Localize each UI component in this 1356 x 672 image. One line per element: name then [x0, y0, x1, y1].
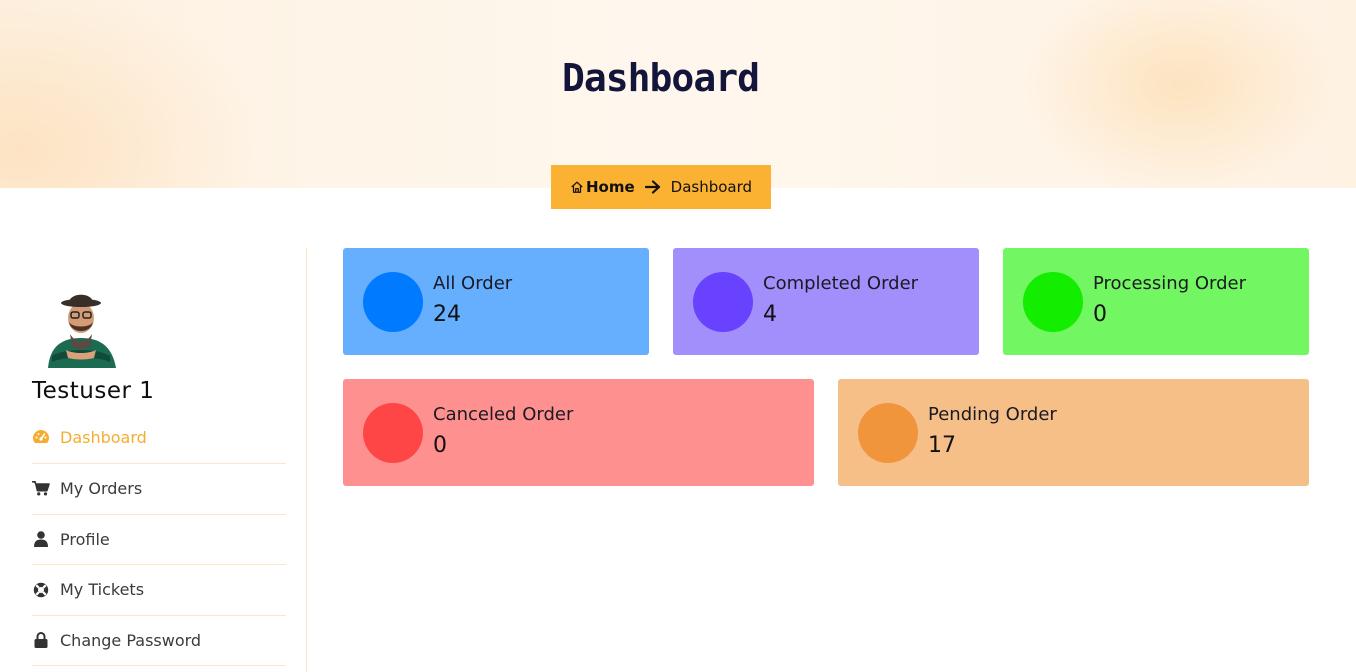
stat-value: 24 [433, 301, 461, 327]
stat-label: Completed Order [763, 272, 919, 294]
stat-indicator-circle [1023, 271, 1083, 332]
sidebar-item-my-orders[interactable]: My Orders [32, 464, 286, 515]
page-header-banner: Dashboard [0, 0, 1356, 188]
stat-indicator-circle [693, 271, 753, 332]
sidebar-item-label: Dashboard [60, 428, 147, 447]
sidebar-item-label: Profile [60, 529, 110, 549]
home-icon [570, 180, 584, 194]
gauge-icon [32, 428, 50, 446]
stat-label: All Order [433, 272, 513, 294]
lifebuoy-icon [32, 581, 50, 599]
sidebar-item-label: Change Password [60, 630, 202, 650]
page-title: Dashboard [562, 56, 760, 100]
stat-value: 0 [1093, 301, 1107, 327]
stat-card-all-order[interactable]: All Order 24 [343, 248, 649, 355]
stat-indicator-circle [363, 402, 423, 463]
stat-value: 4 [763, 301, 777, 327]
user-name: Testuser 1 [32, 378, 155, 404]
sidebar-item-change-password[interactable]: Change Password [32, 616, 286, 666]
sidebar-menu: Dashboard My Orders Profile My Tickets C… [32, 418, 286, 666]
sidebar-item-my-tickets[interactable]: My Tickets [32, 565, 286, 616]
stat-card-processing-order[interactable]: Processing Order 0 [1003, 248, 1309, 355]
breadcrumb-current: Dashboard [670, 178, 753, 196]
breadcrumb: Home Dashboard [551, 165, 771, 209]
stat-card-completed-order[interactable]: Completed Order 4 [673, 248, 979, 355]
stat-indicator-circle [858, 402, 918, 463]
cart-icon [32, 480, 50, 498]
stat-label: Pending Order [928, 403, 1057, 425]
stat-indicator-circle [363, 271, 423, 332]
stat-label: Processing Order [1093, 272, 1246, 294]
lock-icon [32, 631, 50, 649]
user-icon [32, 530, 50, 548]
stat-value: 17 [928, 432, 956, 458]
breadcrumb-home-link[interactable]: Home [570, 178, 635, 196]
sidebar-divider [306, 248, 307, 672]
stat-card-pending-order[interactable]: Pending Order 17 [838, 379, 1309, 486]
sidebar-item-label: My Tickets [60, 580, 145, 600]
arrow-right-icon [644, 180, 661, 194]
sidebar-item-dashboard[interactable]: Dashboard [32, 418, 286, 464]
stat-card-canceled-order[interactable]: Canceled Order 0 [343, 379, 814, 486]
avatar [44, 272, 118, 368]
sidebar-item-profile[interactable]: Profile [32, 515, 286, 565]
breadcrumb-home-label: Home [585, 178, 635, 196]
sidebar-item-label: My Orders [60, 479, 143, 499]
stat-label: Canceled Order [433, 403, 574, 425]
stat-value: 0 [433, 432, 447, 458]
